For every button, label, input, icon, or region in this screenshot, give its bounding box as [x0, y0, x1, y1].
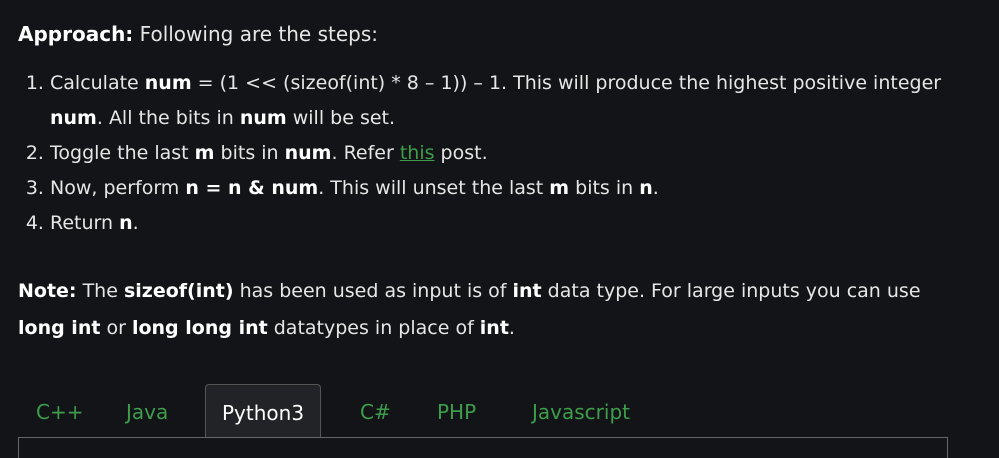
tab-php[interactable]: PHP [437, 384, 476, 440]
steps-list: Calculate num = (1 << (sizeof(int) * 8 –… [18, 66, 950, 241]
code-panel [18, 437, 948, 458]
tab-cpp[interactable]: C++ [36, 384, 83, 440]
note-label: Note: [18, 280, 77, 302]
tab-csharp[interactable]: C# [360, 384, 391, 440]
step-item-3: Now, perform n = n & num. This will unse… [50, 171, 950, 206]
step-item-2: Toggle the last m bits in num. Refer thi… [50, 136, 950, 171]
tab-java[interactable]: Java [126, 384, 168, 440]
approach-heading: Approach: [18, 22, 134, 46]
note-paragraph: Note: The sizeof(int) has been used as i… [18, 280, 921, 339]
approach-paragraph: Approach: Following are the steps: [18, 20, 378, 48]
tab-python3[interactable]: Python3 [205, 384, 322, 441]
approach-text: Following are the steps: [133, 22, 378, 46]
tab-javascript[interactable]: Javascript [532, 384, 630, 440]
step-item-1: Calculate num = (1 << (sizeof(int) * 8 –… [50, 66, 950, 136]
this-post-link[interactable]: this [400, 142, 435, 164]
step-item-4: Return n. [50, 206, 950, 241]
